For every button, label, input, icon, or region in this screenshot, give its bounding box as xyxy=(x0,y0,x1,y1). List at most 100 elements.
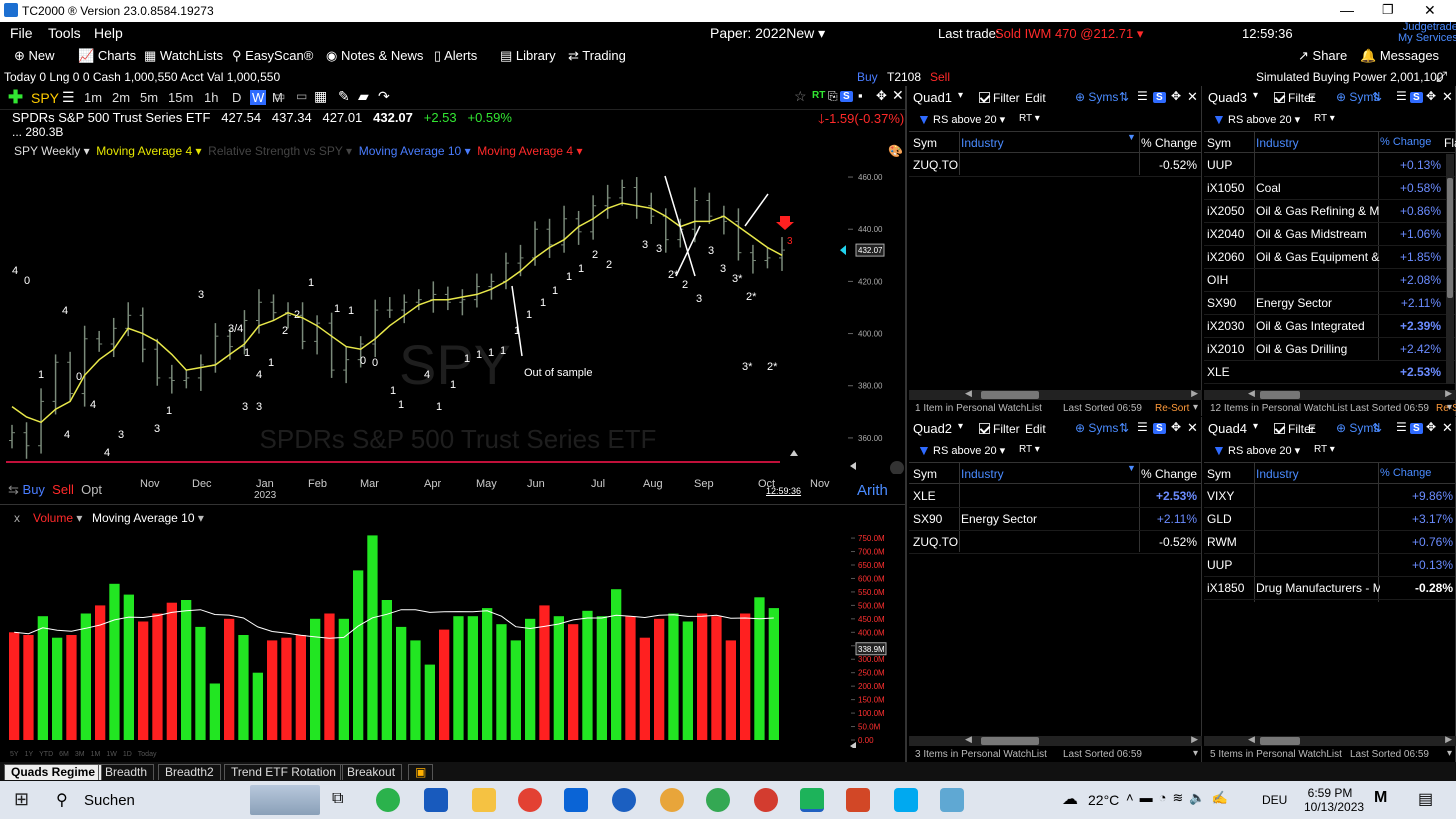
table-row[interactable]: SX90 Energy Sector +2.11% xyxy=(909,508,1201,531)
swap-icon[interactable]: ⇆ xyxy=(8,482,19,497)
timeframe-2m[interactable]: 2m xyxy=(110,90,132,105)
scroll-right-button[interactable] xyxy=(890,461,904,474)
chrome-profile2-icon[interactable] xyxy=(706,788,730,812)
range-6m[interactable]: 6M xyxy=(59,751,69,758)
chevron-down-icon[interactable]: ▾ xyxy=(1193,748,1198,759)
table-row[interactable]: RWM +0.76% xyxy=(1204,531,1455,554)
symbol-link-icon[interactable]: S xyxy=(1410,92,1423,103)
table-row[interactable]: UUP +0.13% xyxy=(1204,554,1455,577)
move-icon[interactable]: ✥ xyxy=(1426,89,1436,103)
quad4-col-0[interactable]: Sym xyxy=(1207,467,1255,481)
paper-account-select[interactable]: Paper: 2022New ▾ xyxy=(710,25,825,42)
volume-scroll-icon[interactable] xyxy=(850,742,856,748)
chevron-down-icon[interactable]: ▾ xyxy=(1447,748,1452,759)
quad4-condition-select[interactable]: RS above 20 ▾ xyxy=(1228,444,1300,457)
add-symbol-icon[interactable]: ✚ xyxy=(8,87,23,108)
quad1-col-0[interactable]: Sym xyxy=(913,136,961,150)
quad4-title-dropdown-icon[interactable]: ▾ xyxy=(1253,421,1258,432)
chart-symbol[interactable]: SPY xyxy=(31,90,59,106)
scroll-left-icon[interactable]: ◀ xyxy=(965,388,972,399)
quad3-edit-menu[interactable]: E xyxy=(1308,91,1316,105)
chart-close-icon[interactable]: ✕ xyxy=(892,87,904,104)
sell-button[interactable]: Sell xyxy=(930,70,950,84)
chevron-down-icon[interactable]: ▾ xyxy=(1447,402,1452,413)
quad3-title-dropdown-icon[interactable]: ▾ xyxy=(1253,90,1258,101)
quad1-condition-select[interactable]: RS above 20 ▾ xyxy=(933,113,1005,126)
quad4-edit-menu[interactable]: E xyxy=(1308,422,1316,436)
skype-icon[interactable] xyxy=(894,788,918,812)
quad1-syms-button[interactable]: ⊕ Syms xyxy=(1075,90,1118,104)
scroll-thumb[interactable] xyxy=(981,391,1039,399)
range-5y[interactable]: 5Y xyxy=(10,751,19,758)
quad4-col-2[interactable]: % Change xyxy=(1380,467,1444,479)
quad2-syms-button[interactable]: ⊕ Syms xyxy=(1075,421,1118,435)
table-row[interactable]: VIXY +9.86% xyxy=(1204,485,1455,508)
menu-file[interactable]: File xyxy=(10,25,33,41)
quad1-edit-menu[interactable]: Edit xyxy=(1025,91,1046,105)
quad2-filter-toggle[interactable]: Filter xyxy=(979,422,1020,436)
quad2-col-0[interactable]: Sym xyxy=(913,467,961,481)
list-menu-icon[interactable]: ☰ xyxy=(1396,420,1407,434)
table-row[interactable]: ZUQ.TO -0.52% xyxy=(909,154,1201,177)
range-ytd[interactable]: YTD xyxy=(39,751,53,758)
symbol-link-icon[interactable]: S xyxy=(1153,423,1166,434)
scroll-left-icon[interactable]: ◀ xyxy=(1248,388,1255,399)
filter-funnel-icon[interactable]: ▼ xyxy=(917,442,931,458)
last-trade-value[interactable]: Sold IWM 470 @212.71 ▾ xyxy=(995,26,1143,42)
quad3-col-3[interactable]: Fla xyxy=(1444,136,1456,150)
quad1-resort-button[interactable]: Re-Sort xyxy=(1155,403,1189,414)
outlook2-icon[interactable] xyxy=(564,788,588,812)
messages-button[interactable]: 🔔 Messages xyxy=(1360,48,1439,64)
maximize-icon[interactable]: ❐ xyxy=(1382,2,1394,18)
symbol-link-icon[interactable]: S xyxy=(1410,423,1423,434)
quad2-col-1[interactable]: Industry xyxy=(961,467,1141,481)
table-row[interactable]: iX2010 Oil & Gas Drilling +2.42% xyxy=(1204,338,1455,361)
table-row[interactable]: XLE +2.53% xyxy=(1204,361,1455,384)
menu-help[interactable]: Help xyxy=(94,25,123,41)
table-row[interactable]: iX1850 Drug Manufacturers - Majo -0.28% xyxy=(1204,577,1455,600)
tray-icons[interactable]: ˄▬◔≋🔈✍ xyxy=(1126,790,1234,806)
scroll-right-icon[interactable]: ▶ xyxy=(1445,388,1452,399)
volume-ma-legend[interactable]: Moving Average 10 ▾ xyxy=(92,511,204,525)
charts-button[interactable]: 📈 Charts xyxy=(78,48,136,64)
list-menu-icon[interactable]: ☰ xyxy=(1137,89,1148,103)
buy-button[interactable]: Buy xyxy=(857,70,878,84)
table-row[interactable]: iX2060 Oil & Gas Equipment & +1.85% xyxy=(1204,246,1455,269)
taskbar-search[interactable]: Suchen xyxy=(84,792,135,809)
scroll-thumb[interactable] xyxy=(1260,391,1300,399)
table-row[interactable]: iX2040 Oil & Gas Midstream +1.06% xyxy=(1204,223,1455,246)
sort-icon[interactable]: ⇅ xyxy=(1119,90,1129,104)
quad2-edit-menu[interactable]: Edit xyxy=(1025,422,1046,436)
quad2-close-icon[interactable]: ✕ xyxy=(1187,420,1198,436)
scroll-right-icon[interactable]: ▶ xyxy=(1445,734,1452,745)
outlook-icon[interactable] xyxy=(424,788,448,812)
quad3-title[interactable]: Quad3 xyxy=(1208,90,1247,105)
scroll-left-icon[interactable]: ◀ xyxy=(1248,734,1255,745)
powerpoint-icon[interactable] xyxy=(846,788,870,812)
quad1-close-icon[interactable]: ✕ xyxy=(1187,89,1198,105)
chart-opt-button[interactable]: Opt xyxy=(81,482,102,497)
quad1-hscrollbar[interactable]: ◀ ▶ xyxy=(909,388,1202,400)
filter-funnel-icon[interactable]: ▼ xyxy=(1212,442,1226,458)
move-icon[interactable]: ✥ xyxy=(1426,420,1436,434)
scroll-right-icon[interactable]: ▶ xyxy=(1191,734,1198,745)
sort-icon[interactable]: ⇅ xyxy=(1372,90,1382,104)
quad3-close-icon[interactable]: ✕ xyxy=(1442,89,1453,105)
table-row[interactable]: OIH +2.08% xyxy=(1204,269,1455,292)
app-icon-last[interactable] xyxy=(940,788,964,812)
scroll-left-icon[interactable] xyxy=(850,462,856,470)
table-row[interactable]: UUP +0.13% xyxy=(1204,154,1455,177)
layout-tab-4[interactable]: Breakout xyxy=(340,764,403,780)
easyscan-button[interactable]: ⚲ EasyScan® xyxy=(232,48,313,64)
timeframe-w[interactable]: W xyxy=(250,90,267,105)
range-1y[interactable]: 1Y xyxy=(25,751,34,758)
quad3-col-0[interactable]: Sym xyxy=(1207,136,1255,150)
scale-mode[interactable]: Arith xyxy=(857,482,888,499)
chrome-profile3-icon[interactable] xyxy=(754,788,778,812)
range-1m[interactable]: 1M xyxy=(91,751,101,758)
layout-tab-3[interactable]: Trend ETF Rotation xyxy=(224,764,343,780)
windows-start-icon[interactable]: ⊞ xyxy=(14,789,29,810)
layout-tab-1[interactable]: Breadth xyxy=(98,764,155,780)
task-view-icon[interactable]: ⧉ xyxy=(332,790,343,808)
quad3-hscrollbar[interactable]: ◀ ▶ xyxy=(1204,388,1456,400)
